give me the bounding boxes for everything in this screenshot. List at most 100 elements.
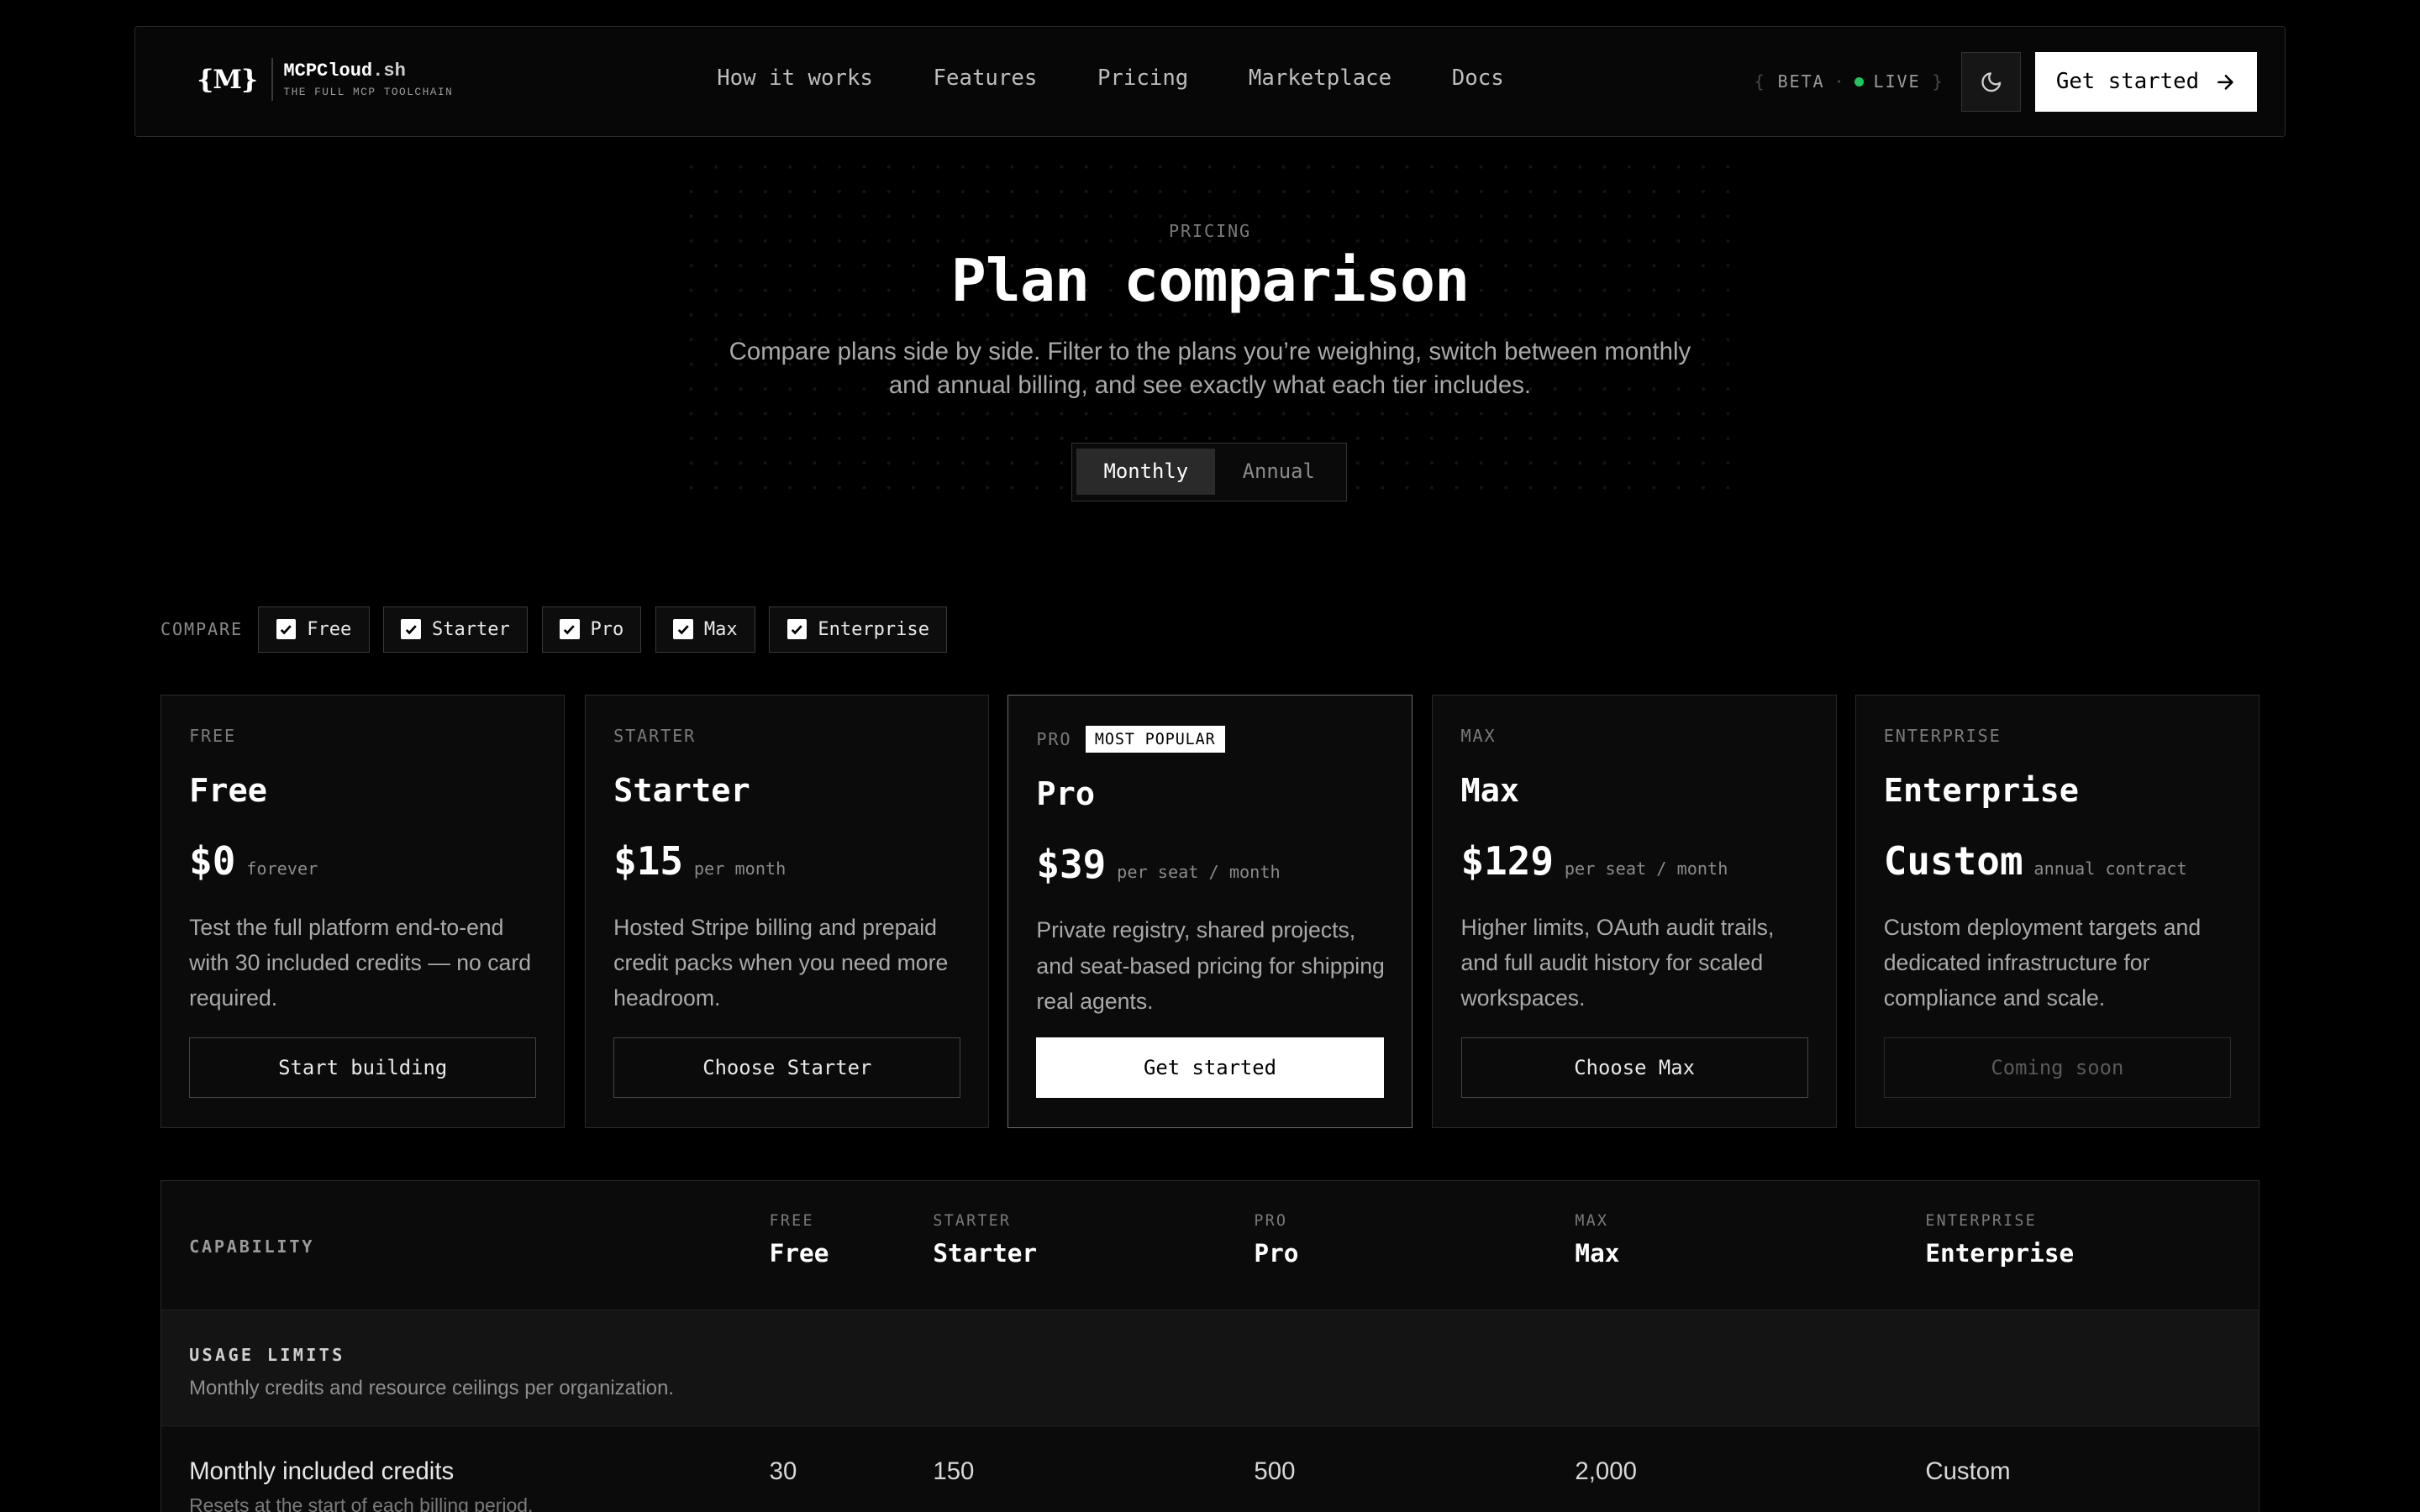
choose-max-button[interactable]: Choose Max (1460, 1037, 1808, 1098)
capability-header: CAPABILITY (189, 1236, 315, 1257)
logo[interactable]: {M} MCPCloud.sh THE FULL MCP TOOLCHAIN (197, 57, 454, 102)
plan-description: Test the full platform end-to-end with 3… (189, 914, 532, 1011)
price-unit: per month (693, 858, 786, 879)
get-started-pro-button[interactable]: Get started (1036, 1037, 1384, 1098)
nav-links: How it works Features Pricing Marketplac… (717, 66, 1564, 91)
compare-chip-label: Max (703, 618, 738, 640)
section-subtitle: Monthly credits and resource ceilings pe… (189, 1377, 674, 1400)
plan-name: Pro (1036, 775, 1096, 813)
plan-tier: PRO (1036, 729, 1072, 750)
plan-price: $129 per seat / month (1461, 838, 1728, 884)
compare-label: COMPARE (160, 619, 243, 640)
cell-pro: 500 (1254, 1457, 1296, 1485)
status-bracket-open: { (1754, 71, 1766, 92)
section-usage-limits: USAGE LIMITS Monthly credits and resourc… (161, 1310, 2259, 1427)
compare-chip-free[interactable]: Free (258, 606, 370, 653)
checkbox-checked-icon (673, 619, 694, 640)
price-value: $39 (1036, 841, 1107, 887)
status-bracket-close: } (1932, 71, 1944, 92)
plan-price: $15 per month (613, 838, 786, 884)
plan-price: Custom annual contract (1884, 838, 2187, 884)
arrow-right-icon (2217, 74, 2234, 90)
hero-subtitle: Compare plans side by side. Filter to th… (729, 337, 1691, 399)
get-started-button[interactable]: Get started (2034, 51, 2258, 113)
plan-description: Custom deployment targets and dedicated … (1883, 914, 2202, 1011)
price-value: $15 (613, 838, 684, 885)
column-tier: PRO (1254, 1211, 1288, 1230)
plan-card-pro: PRO MOST POPULAR Pro $39 per seat / mont… (1007, 694, 1413, 1128)
coming-soon-button: Coming soon (1883, 1037, 2231, 1098)
column-tier: FREE (769, 1211, 814, 1230)
section-title: USAGE LIMITS (189, 1344, 345, 1365)
status-live: LIVE (1873, 71, 1921, 92)
compare-chip-enterprise[interactable]: Enterprise (769, 606, 948, 653)
cell-enterprise: Custom (1925, 1457, 2011, 1485)
price-unit: per seat / month (1564, 858, 1728, 879)
theme-toggle-button[interactable] (1960, 51, 2022, 113)
compare-chip-label: Free (307, 618, 352, 640)
plan-price: $0 forever (189, 838, 318, 884)
top-nav: {M} MCPCloud.sh THE FULL MCP TOOLCHAIN H… (134, 26, 2286, 138)
column-header-enterprise: ENTERPRISE Enterprise (1925, 1212, 2074, 1268)
page-title: Plan comparison (950, 246, 1470, 315)
plan-name: Free (189, 772, 267, 811)
compare-chip-pro[interactable]: Pro (541, 606, 642, 653)
start-building-button[interactable]: Start building (189, 1037, 537, 1098)
nav-link-marketplace[interactable]: Marketplace (1249, 66, 1392, 91)
plan-name: Starter (613, 772, 750, 811)
plan-description: Private registry, shared projects, and s… (1036, 917, 1385, 1014)
logo-mark: {M} (197, 64, 258, 95)
checkbox-checked-icon (401, 619, 422, 640)
billing-monthly[interactable]: Monthly (1076, 448, 1216, 495)
billing-annual[interactable]: Annual (1215, 449, 1342, 495)
column-name: Free (769, 1238, 829, 1268)
column-tier: MAX (1575, 1211, 1609, 1230)
plan-tier: MAX (1460, 726, 1497, 747)
nav-link-docs[interactable]: Docs (1452, 66, 1504, 91)
plan-name: Max (1460, 772, 1520, 811)
price-unit: forever (246, 858, 318, 879)
plan-description: Hosted Stripe billing and prepaid credit… (613, 914, 949, 1011)
table-header: CAPABILITY FREE Free STARTER Starter PRO… (161, 1181, 2259, 1311)
price-value: $0 (189, 838, 236, 885)
compare-chip-starter[interactable]: Starter (383, 606, 528, 653)
plan-description: Higher limits, OAuth audit trails, and f… (1460, 914, 1775, 1011)
billing-toggle: Monthly Annual (1071, 443, 1348, 501)
plan-card-enterprise: ENTERPRISE Enterprise Custom annual cont… (1854, 694, 2260, 1128)
nav-link-features[interactable]: Features (934, 66, 1038, 91)
column-header-max: MAX Max (1575, 1212, 1619, 1268)
price-unit: per seat / month (1117, 861, 1281, 882)
compare-chip-max[interactable]: Max (655, 606, 755, 653)
moon-icon (1981, 71, 2001, 92)
nav-link-how-it-works[interactable]: How it works (717, 66, 873, 91)
choose-starter-button[interactable]: Choose Starter (613, 1037, 961, 1098)
cell-starter: 150 (933, 1457, 975, 1485)
column-name: Max (1575, 1238, 1620, 1268)
nav-link-pricing[interactable]: Pricing (1097, 66, 1188, 91)
compare-filter: COMPARE Free Starter Pro Max Enterprise (160, 606, 961, 653)
compare-chip-label: Enterprise (818, 618, 929, 640)
compare-chip-label: Pro (590, 618, 624, 640)
hero-eyebrow: PRICING (1169, 220, 1251, 241)
plan-tier-row: PRO MOST POPULAR (1036, 726, 1225, 753)
logo-divider (271, 57, 273, 102)
plan-price: $39 per seat / month (1036, 842, 1280, 887)
status-beta: BETA (1777, 71, 1825, 92)
column-tier: STARTER (933, 1211, 1012, 1230)
checkbox-checked-icon (276, 619, 297, 640)
brand-tagline: THE FULL MCP TOOLCHAIN (283, 85, 454, 98)
plan-card-free: FREE Free $0 forever Test the full platf… (160, 694, 566, 1128)
page: {M} MCPCloud.sh THE FULL MCP TOOLCHAIN H… (0, 0, 2420, 1512)
plan-card-max: MAX Max $129 per seat / month Higher lim… (1432, 694, 1837, 1128)
plan-tier: FREE (189, 726, 237, 747)
checkbox-checked-icon (559, 619, 580, 640)
column-name: Starter (933, 1238, 1038, 1268)
plan-name: Enterprise (1883, 772, 2079, 811)
most-popular-badge: MOST POPULAR (1085, 726, 1225, 753)
column-name: Pro (1254, 1238, 1299, 1268)
row-label: Monthly included credits (189, 1457, 455, 1485)
table-row: Monthly included credits Resets at the s… (161, 1426, 2259, 1512)
plan-tier: STARTER (613, 726, 697, 747)
column-header-free: FREE Free (770, 1212, 829, 1268)
live-dot-icon (1854, 76, 1865, 87)
